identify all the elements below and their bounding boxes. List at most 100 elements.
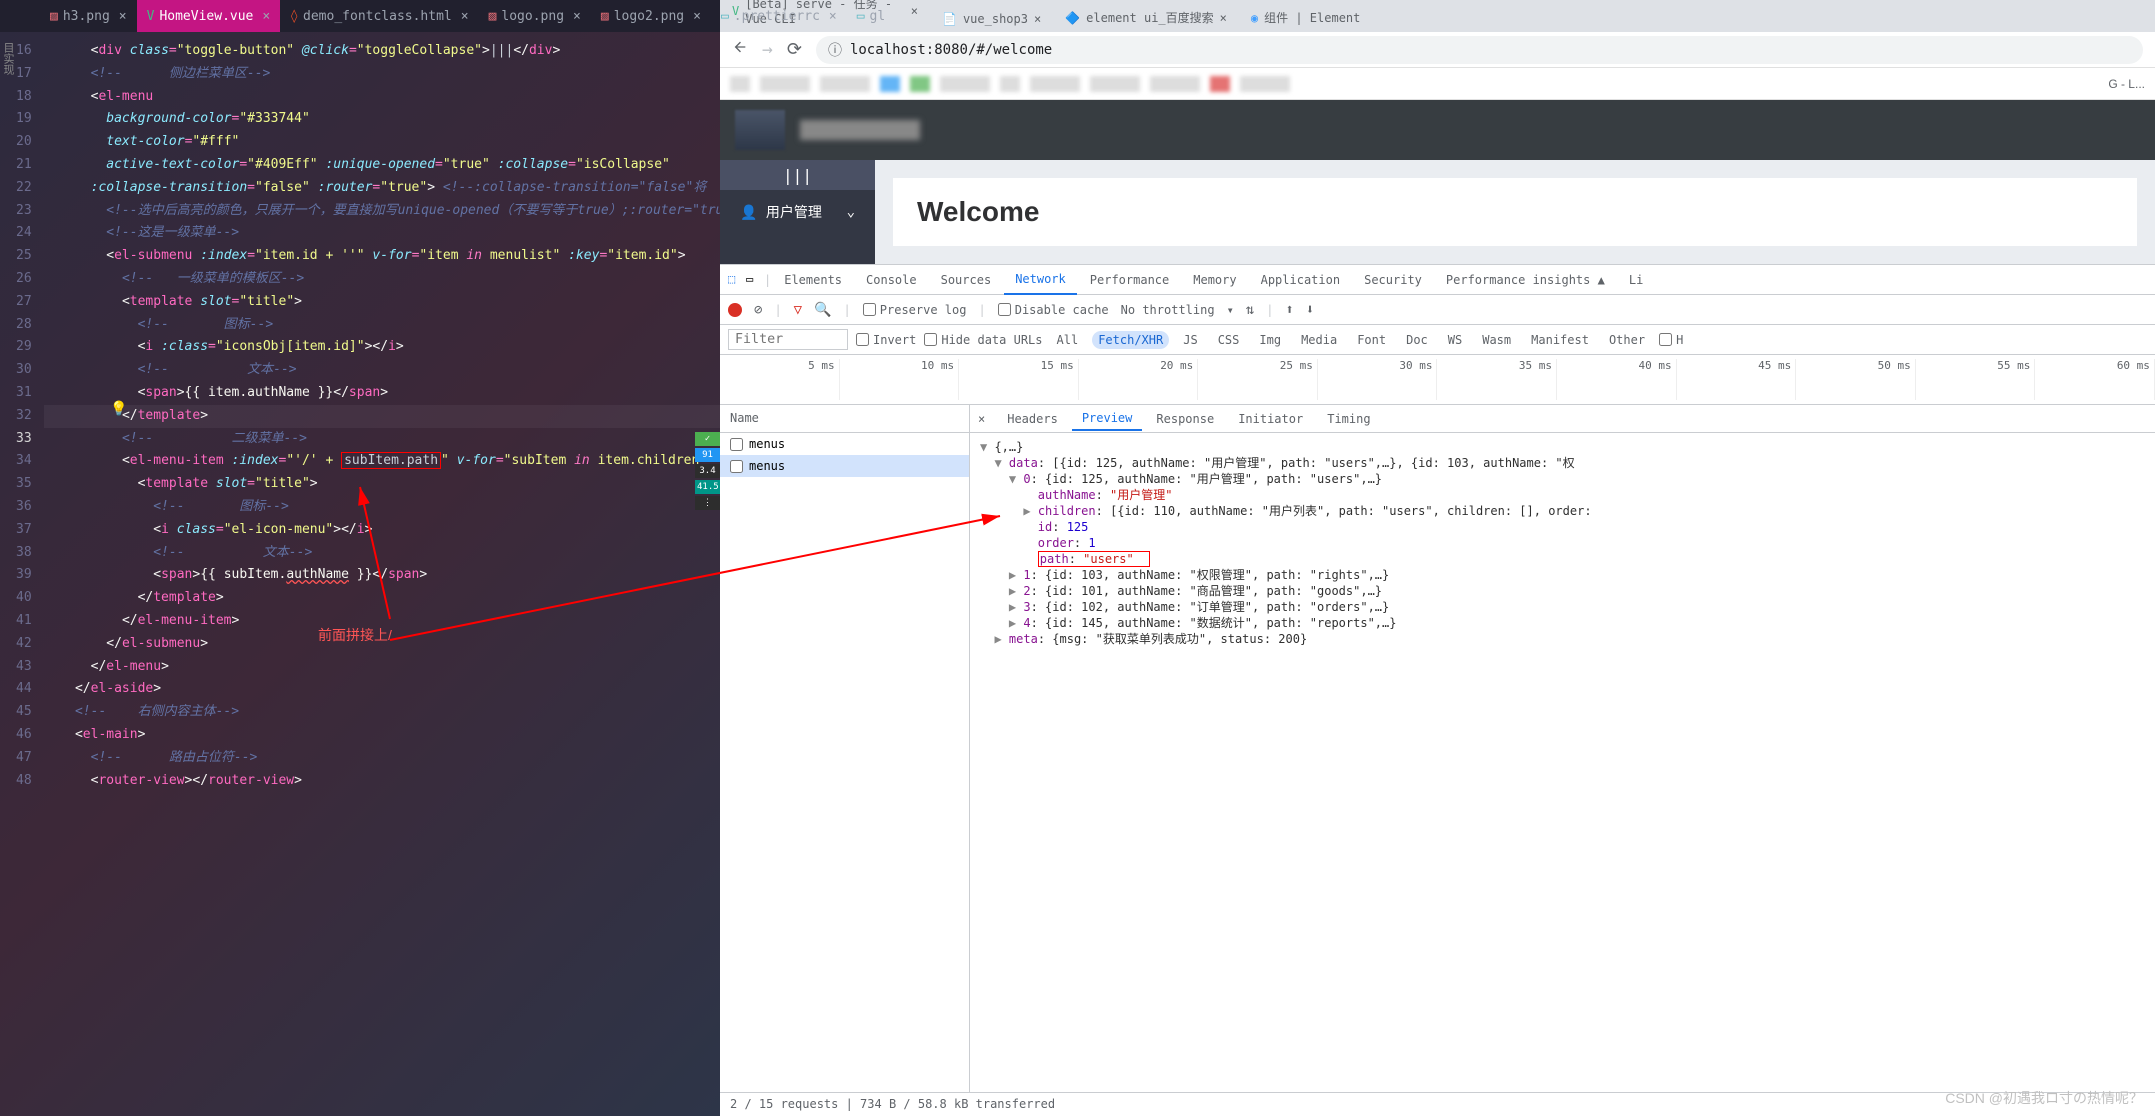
bookmark[interactable] (1150, 76, 1200, 92)
devtools-tab[interactable]: Li (1618, 265, 1654, 295)
request-list-header[interactable]: Name (720, 405, 969, 433)
bookmark[interactable] (1030, 76, 1080, 92)
badge[interactable]: ⋮ (695, 496, 720, 510)
sidebar-toggle[interactable]: ||| (720, 160, 875, 190)
invert-checkbox[interactable]: Invert (856, 333, 916, 347)
filter-input[interactable] (728, 329, 848, 350)
close-icon[interactable]: × (1220, 11, 1227, 25)
detail-tab-preview[interactable]: Preview (1072, 407, 1143, 431)
devtools-tab[interactable]: Security (1353, 265, 1433, 295)
forward-button[interactable]: → (762, 39, 773, 60)
editor-tab[interactable]: ◊demo_fontclass.html× (280, 0, 478, 32)
bookmark[interactable] (1240, 76, 1290, 92)
close-icon[interactable]: × (693, 9, 701, 24)
filter-chip[interactable]: Media (1295, 331, 1343, 349)
close-icon[interactable]: × (1034, 12, 1041, 26)
bookmark[interactable]: G - L... (2108, 77, 2145, 91)
devtools-tab[interactable]: Performance insights ▲ (1435, 265, 1616, 295)
line-gutter: 1617181920212223242526272829303132333435… (16, 32, 44, 1116)
filter-chip[interactable]: JS (1177, 331, 1203, 349)
editor-tab-active[interactable]: VHomeView.vue× (137, 0, 281, 32)
wifi-icon[interactable]: ⇅ (1246, 302, 1254, 318)
bookmark[interactable] (940, 76, 990, 92)
inspect-icon[interactable]: ⬚ (728, 272, 744, 288)
clear-icon[interactable]: ⊘ (754, 302, 762, 318)
back-button[interactable] (732, 39, 748, 60)
download-icon[interactable]: ⬇ (1306, 302, 1314, 318)
badge[interactable]: 3.4 (695, 464, 720, 478)
detail-tab[interactable]: Initiator (1228, 408, 1313, 430)
bookmark[interactable] (910, 76, 930, 92)
throttle-select[interactable]: No throttling (1121, 303, 1215, 317)
editor-body[interactable]: 目实现 161718192021222324252627282930313233… (0, 32, 720, 1116)
bookmark[interactable] (1000, 76, 1020, 92)
detail-tab[interactable]: Response (1146, 408, 1224, 430)
bookmark[interactable] (730, 76, 750, 92)
browser-tab[interactable]: 📄vue_shop3× (930, 6, 1053, 32)
filter-chip[interactable]: Font (1351, 331, 1392, 349)
devtools-tab[interactable]: Performance (1079, 265, 1180, 295)
request-row[interactable]: menus (720, 433, 969, 455)
filter-chip[interactable]: All (1051, 331, 1085, 349)
devtools-tab[interactable]: Console (855, 265, 928, 295)
close-icon[interactable]: × (573, 9, 581, 24)
filter-chip-active[interactable]: Fetch/XHR (1092, 331, 1169, 349)
badge[interactable]: ✓ (695, 432, 720, 446)
filter-chip[interactable]: Wasm (1476, 331, 1517, 349)
network-timeline[interactable]: 5 ms10 ms15 ms20 ms25 ms30 ms35 ms40 ms4… (720, 355, 2155, 405)
upload-icon[interactable]: ⬆ (1285, 302, 1293, 318)
filter-chip[interactable]: Img (1253, 331, 1287, 349)
app-header (720, 100, 2155, 160)
filter-chip[interactable]: WS (1442, 331, 1468, 349)
filter-chip[interactable]: Manifest (1525, 331, 1595, 349)
devtools-tab[interactable]: Elements (773, 265, 853, 295)
filter-icon[interactable]: ▽ (794, 302, 802, 318)
devtools-tab-network[interactable]: Network (1004, 265, 1077, 295)
filter-chip[interactable]: Doc (1400, 331, 1434, 349)
bookmark[interactable] (1090, 76, 1140, 92)
close-detail-icon[interactable]: × (978, 412, 985, 426)
editor-tab[interactable]: ▨logo2.png× (591, 0, 711, 32)
lightbulb-icon[interactable]: 💡 (110, 401, 127, 417)
close-icon[interactable]: × (119, 9, 127, 24)
preserve-log-checkbox[interactable]: Preserve log (863, 303, 967, 317)
browser-tab[interactable]: 🔷element ui_百度搜索× (1053, 3, 1239, 32)
code-content[interactable]: <div class="toggle-button" @click="toggl… (44, 32, 720, 1116)
request-row-selected[interactable]: menus (720, 455, 969, 477)
url-input[interactable]: ⓘlocalhost:8080/#/welcome (816, 36, 2143, 64)
filter-chip[interactable]: Other (1603, 331, 1651, 349)
hide-urls-checkbox[interactable]: Hide data URLs (924, 333, 1042, 347)
disable-cache-checkbox[interactable]: Disable cache (998, 303, 1109, 317)
badge[interactable]: 41.5 (695, 480, 720, 494)
close-icon[interactable]: × (829, 9, 837, 24)
filter-chip[interactable]: CSS (1212, 331, 1246, 349)
detail-tab[interactable]: Headers (997, 408, 1068, 430)
detail-tab[interactable]: Timing (1317, 408, 1380, 430)
search-icon[interactable]: 🔍 (814, 302, 831, 318)
blocked-checkbox[interactable]: H (1659, 333, 1683, 347)
bookmark[interactable] (820, 76, 870, 92)
editor-tab[interactable]: ▨logo.png× (479, 0, 591, 32)
close-icon[interactable]: × (461, 9, 469, 24)
devtools-tab[interactable]: Application (1250, 265, 1351, 295)
reload-button[interactable]: ⟳ (787, 39, 802, 60)
side-panel-label: 目实现 (0, 32, 16, 1116)
browser-tab-bar: V[Beta] serve - 任务 - Vue CLI× 📄vue_shop3… (720, 0, 2155, 32)
editor-tab[interactable]: ▭.prettierrc× (711, 0, 847, 32)
badge[interactable]: 91 (695, 448, 720, 462)
record-button[interactable] (728, 303, 742, 317)
editor-tab[interactable]: ▭gl (847, 0, 895, 32)
json-preview[interactable]: ▼ {,…} ▼ data: [{id: 125, authName: "用户管… (970, 433, 2155, 1092)
editor-tab[interactable]: ▨h3.png× (40, 0, 137, 32)
close-icon[interactable]: × (911, 4, 918, 18)
devtools-tab[interactable]: Memory (1182, 265, 1247, 295)
bookmark[interactable] (1210, 76, 1230, 92)
device-icon[interactable]: ▭ (746, 272, 762, 288)
devtools-tab[interactable]: Sources (930, 265, 1003, 295)
welcome-card: Welcome (893, 178, 2137, 246)
close-icon[interactable]: × (262, 9, 270, 24)
browser-tab[interactable]: ◉组件 | Element (1239, 3, 1372, 32)
bookmark[interactable] (880, 76, 900, 92)
sidebar-item-users[interactable]: 👤 用户管理⌄ (720, 190, 875, 234)
bookmark[interactable] (760, 76, 810, 92)
